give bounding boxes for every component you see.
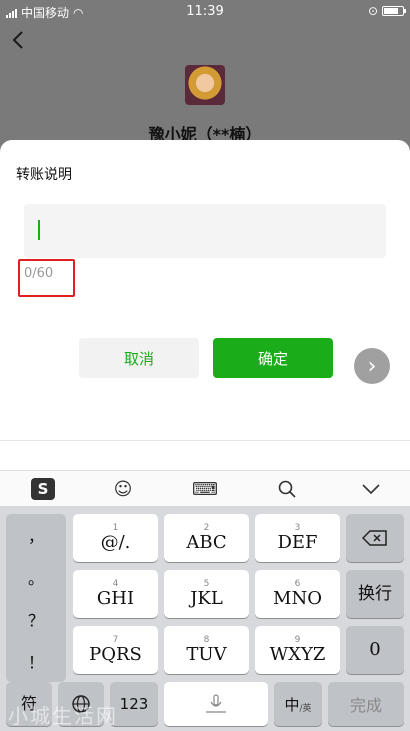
microphone-icon (206, 694, 226, 713)
sheet-title: 转账说明 (16, 167, 72, 183)
note-input[interactable] (24, 204, 386, 258)
backspace-icon (362, 530, 387, 546)
counter-highlight-box (18, 259, 75, 297)
confirm-button[interactable]: 确定 (213, 338, 333, 378)
status-bar: 中国移动 ◠ 11:39 ⊙ (0, 0, 410, 24)
punctuation-column: ， 。 ？ ！ (6, 514, 66, 682)
key-1[interactable]: 1 @/. (73, 514, 158, 562)
keyboard: ， 。 ？ ！ 1 @/. 2 ABC 3 DEF 4 GHI 5 JKL 6 MNO 换行… (0, 506, 410, 731)
key-9[interactable]: 9 WXYZ (255, 626, 340, 674)
done-key[interactable]: 完成 (328, 682, 404, 726)
keyboard-toolbar: S ☺ ⌨ (0, 470, 410, 506)
key-3[interactable]: 3 DEF (255, 514, 340, 562)
transfer-note-sheet: 转账说明 0/60 取消 确定 › (0, 140, 410, 470)
divider (0, 440, 410, 441)
key-2[interactable]: 2 ABC (164, 514, 249, 562)
search-icon[interactable] (272, 477, 302, 501)
punct-exclaim-key[interactable]: ！ (6, 640, 66, 682)
cancel-button[interactable]: 取消 (79, 338, 199, 378)
battery-icon (382, 6, 406, 16)
backspace-key[interactable] (346, 514, 404, 562)
space-key[interactable] (164, 682, 268, 726)
key-6[interactable]: 6 MNO (255, 570, 340, 618)
punct-question-key[interactable]: ？ (6, 598, 66, 640)
clock: 11:39 (186, 4, 224, 19)
watermark: 小城生活网 (8, 704, 118, 728)
sogou-icon[interactable]: S (31, 478, 55, 500)
punct-comma-key[interactable]: ， (6, 514, 66, 556)
collapse-icon[interactable] (356, 477, 386, 501)
key-0[interactable]: 0 (346, 626, 404, 674)
newline-key[interactable]: 换行 (346, 570, 404, 618)
language-key[interactable]: 中/英 (274, 682, 322, 726)
text-caret (38, 220, 40, 240)
key-8[interactable]: 8 TUV (164, 626, 249, 674)
punct-period-key[interactable]: 。 (6, 556, 66, 598)
emoji-icon[interactable]: ☺ (108, 477, 138, 501)
back-icon[interactable] (12, 30, 34, 56)
next-arrow-icon[interactable]: › (354, 348, 390, 384)
keyboard-icon[interactable]: ⌨ (190, 477, 220, 501)
key-7[interactable]: 7 PQRS (73, 626, 158, 674)
rotation-lock-icon: ⊙ (367, 4, 378, 18)
key-4[interactable]: 4 GHI (73, 570, 158, 618)
key-5[interactable]: 5 JKL (164, 570, 249, 618)
avatar (185, 65, 225, 105)
